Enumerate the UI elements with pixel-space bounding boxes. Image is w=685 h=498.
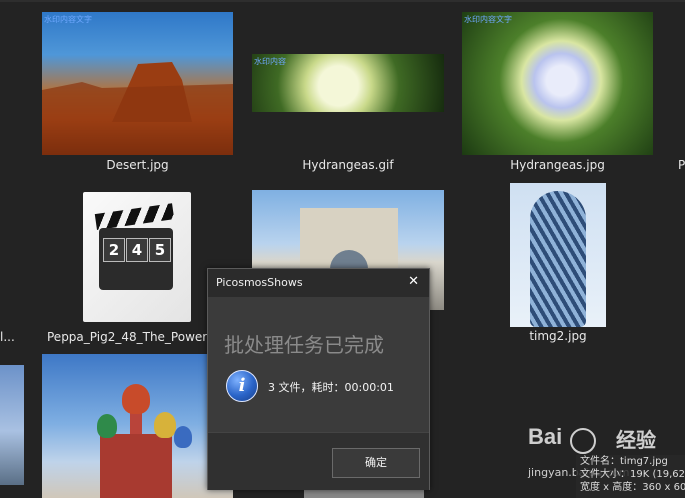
dialog-title: PicosmosShows <box>216 276 303 289</box>
cathedral-base <box>100 434 172 498</box>
cathedral-dome <box>97 414 117 438</box>
thumbnail-hydrangeas-jpg[interactable]: 水印内容文字 <box>462 12 653 155</box>
dialog-footer: 确定 <box>208 432 429 490</box>
dialog-heading: 批处理任务已完成 <box>224 333 384 357</box>
file-info-panel: 文件名：timg7.jpg 文件大小：19K (19,62 宽度 x 高度：36… <box>576 455 685 498</box>
thumbnail-partial-left[interactable] <box>0 365 24 485</box>
watermark-text: 水印内容 <box>254 57 286 66</box>
dialog-titlebar: PicosmosShows ✕ <box>208 269 429 297</box>
paw-icon <box>570 428 596 454</box>
clapper-digit: 5 <box>149 238 171 262</box>
thumbnail-caption-partial: l... <box>0 330 15 344</box>
thumbnail-caption: timg2.jpg <box>529 329 587 343</box>
thumbnail-caption: Hydrangeas.gif <box>302 158 394 172</box>
jingyan-text: 经验 <box>616 428 656 452</box>
file-name-line: 文件名：timg7.jpg <box>580 456 668 467</box>
ok-button[interactable]: 确定 <box>332 448 420 478</box>
thumbnail-caption: Peppa_Pig2_48_The_Powerc <box>47 330 207 344</box>
clapper-digit: 2 <box>103 238 125 262</box>
image-browser: 水印内容文字 Desert.jpg 水印内容 Hydrangeas.gif 水印… <box>0 0 685 498</box>
thumbnail-st-basil[interactable] <box>42 354 233 498</box>
thumbnail-caption: Hydrangeas.jpg <box>510 158 605 172</box>
thumbnail-timg2[interactable] <box>510 183 606 327</box>
thumbnail-caption: Desert.jpg <box>106 158 169 172</box>
completion-dialog: PicosmosShows ✕ 批处理任务已完成 i 3 文件，耗时：00:00… <box>207 268 430 490</box>
baidu-logo-text: Bai <box>528 424 563 449</box>
desert-mesa-shape <box>42 62 233 155</box>
close-icon[interactable]: ✕ <box>408 274 419 289</box>
watermark-text: 水印内容文字 <box>464 15 512 24</box>
info-icon: i <box>226 370 258 402</box>
dialog-message: 3 文件，耗时：00:00:01 <box>268 381 394 394</box>
clapper-digit: 4 <box>126 238 148 262</box>
cathedral-dome <box>154 412 176 438</box>
cathedral-dome <box>174 426 192 448</box>
thumbnail-hydrangeas-gif[interactable]: 水印内容 <box>252 54 444 112</box>
thumbnail-caption-partial: P <box>678 158 685 172</box>
clapper-icon: 2 4 5 <box>99 228 173 290</box>
dimensions-line: 宽度 x 高度：360 x 60 <box>580 482 685 493</box>
thumbnail-video-file[interactable]: 2 4 5 <box>83 192 191 322</box>
cathedral-dome <box>122 384 150 414</box>
top-border <box>0 0 685 2</box>
thumbnail-desert[interactable]: 水印内容文字 <box>42 12 233 155</box>
file-size-line: 文件大小：19K (19,62 <box>580 469 685 480</box>
clapper-top <box>94 203 175 230</box>
gherkin-tower <box>530 191 586 327</box>
